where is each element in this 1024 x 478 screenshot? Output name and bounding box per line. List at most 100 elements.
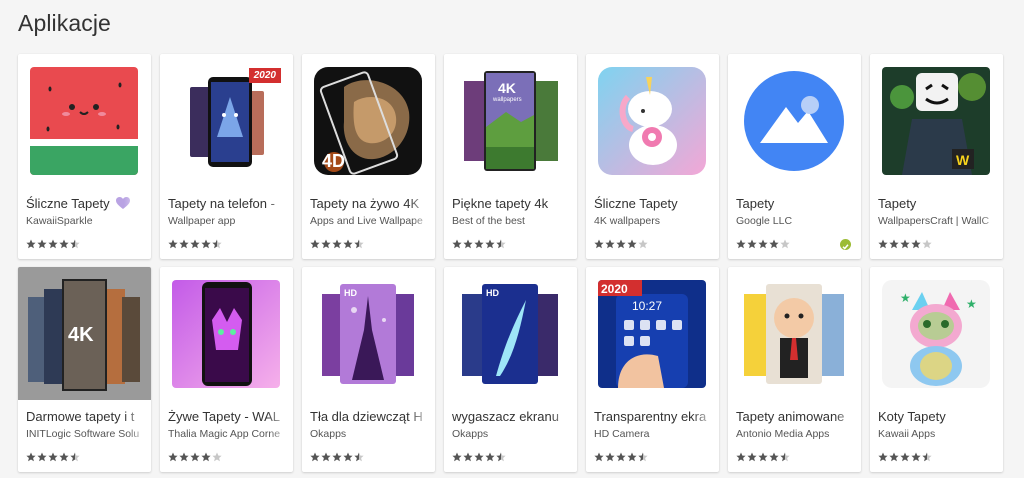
star-icon (627, 239, 637, 249)
app-card[interactable]: Tapety animowane Antonio Media Apps (728, 267, 861, 472)
developer-link[interactable]: Google LLC (736, 215, 858, 227)
app-title[interactable]: Tapety (736, 196, 858, 211)
app-title[interactable]: Śliczne Tapety (26, 196, 148, 213)
rating-stars (878, 452, 932, 462)
app-title[interactable]: Tapety na żywo 4K (310, 196, 432, 211)
developer-link[interactable]: Apps and Live Wallpape (310, 215, 432, 227)
app-card[interactable]: 2020 Tapety na telefon - Wallpaper app (160, 54, 293, 259)
star-icon (736, 452, 746, 462)
star-icon (605, 452, 615, 462)
app-title[interactable]: Śliczne Tapety (594, 196, 716, 211)
app-title[interactable]: wygaszacz ekranu (452, 409, 574, 424)
svg-text:★: ★ (966, 297, 977, 311)
rating-stars (736, 452, 790, 462)
star-icon (321, 452, 331, 462)
rating-stars (878, 239, 932, 249)
developer-link[interactable]: KawaiiSparkle (26, 215, 148, 227)
app-title-text: Tapety (736, 196, 775, 211)
developer-link[interactable]: Wallpaper app (168, 215, 290, 227)
app-card[interactable]: HD Tła dla dziewcząt H Okapps (302, 267, 435, 472)
svg-text:4D: 4D (322, 151, 345, 171)
star-icon (780, 452, 790, 462)
marshmello-icon[interactable]: W (882, 67, 990, 175)
app-title[interactable]: Darmowe tapety i t (26, 409, 148, 424)
developer-link[interactable]: HD Camera (594, 428, 716, 440)
feather-phones-icon[interactable]: HD (456, 280, 564, 388)
app-title[interactable]: Tapety (878, 196, 1000, 211)
app-card[interactable]: Tapety Google LLC (728, 54, 861, 259)
developer-link[interactable]: Best of the best (452, 215, 574, 227)
developer-link[interactable]: 4K wallpapers (594, 215, 716, 227)
app-title-text: Tła dla dziewcząt H (310, 409, 423, 424)
transparent-screen-icon[interactable]: 10:27 2020 (598, 280, 706, 388)
google-wallpapers-icon[interactable] (740, 67, 848, 175)
app-title[interactable]: Tapety na telefon - (168, 196, 290, 211)
star-icon (922, 239, 932, 249)
star-icon (769, 452, 779, 462)
star-icon (474, 239, 484, 249)
star-icon (179, 239, 189, 249)
developer-link[interactable]: INITLogic Software Solu (26, 428, 148, 440)
app-card[interactable]: Śliczne Tapety 4K wallpapers (586, 54, 719, 259)
app-card[interactable]: ★ ★ Koty Tapety Kawaii Apps (870, 267, 1003, 472)
star-icon (37, 452, 47, 462)
star-icon (70, 239, 80, 249)
star-icon (474, 452, 484, 462)
app-title[interactable]: Tła dla dziewcząt H (310, 409, 432, 424)
unicorn-icon[interactable] (598, 67, 706, 175)
svg-text:10:27: 10:27 (632, 299, 662, 313)
svg-text:★: ★ (900, 291, 911, 305)
star-icon (310, 239, 320, 249)
app-card[interactable]: 4K wallpapers Piękne tapety 4k Best of th… (444, 54, 577, 259)
developer-link[interactable]: WallpapersCraft | WallC (878, 215, 1000, 227)
star-icon (26, 452, 36, 462)
boss-baby-icon[interactable] (740, 280, 848, 388)
app-title[interactable]: Tapety animowane (736, 409, 858, 424)
eiffel-tower-icon[interactable]: HD (314, 280, 422, 388)
star-icon (463, 239, 473, 249)
star-icon (26, 239, 36, 249)
landscape-phones-icon[interactable]: 4K wallpapers (456, 67, 564, 175)
app-title[interactable]: Piękne tapety 4k (452, 196, 574, 211)
app-title[interactable]: Koty Tapety (878, 409, 1000, 424)
developer-link[interactable]: Okapps (452, 428, 574, 440)
rainbow-kitten-icon[interactable]: ★ ★ (882, 280, 990, 388)
app-card[interactable]: Śliczne Tapety KawaiiSparkle (18, 54, 151, 259)
app-card[interactable]: 10:27 2020 Transparentny ekra HD Camera (586, 267, 719, 472)
app-card[interactable]: HD wygaszacz ekranu Okapps (444, 267, 577, 472)
app-title-text: Śliczne Tapety (26, 196, 110, 211)
app-title-text: Żywe Tapety - WAL (168, 409, 280, 424)
app-title[interactable]: Żywe Tapety - WAL (168, 409, 290, 424)
star-icon (496, 452, 506, 462)
star-icon (747, 452, 757, 462)
svg-text:HD: HD (486, 288, 499, 298)
4k-wallpapers-icon[interactable]: 4K (18, 267, 151, 400)
app-card[interactable]: 4K Darmowe tapety i t INITLogic Software … (18, 267, 151, 472)
rating-stars (594, 239, 648, 249)
developer-link[interactable]: Thalia Magic App Corne (168, 428, 290, 440)
star-icon (594, 452, 604, 462)
wolf-phones-icon[interactable] (172, 67, 280, 175)
app-card[interactable]: 4D Tapety na żywo 4K Apps and Live Wallpa… (302, 54, 435, 259)
app-title-text: Tapety animowane (736, 409, 845, 424)
star-icon (878, 239, 888, 249)
star-icon (594, 239, 604, 249)
developer-link[interactable]: Antonio Media Apps (736, 428, 858, 440)
section-title: Aplikacje (18, 10, 111, 36)
app-title[interactable]: Transparentny ekra (594, 409, 716, 424)
star-icon (321, 239, 331, 249)
app-card[interactable]: Żywe Tapety - WAL Thalia Magic App Corne (160, 267, 293, 472)
svg-text:4K: 4K (498, 80, 516, 96)
developer-link[interactable]: Okapps (310, 428, 432, 440)
star-icon (59, 452, 69, 462)
neon-cat-phone-icon[interactable] (172, 280, 280, 388)
watermelon-icon[interactable] (30, 67, 138, 175)
star-icon (747, 239, 757, 249)
verified-check-icon (840, 239, 851, 250)
rating-stars (26, 239, 80, 249)
app-card[interactable]: W Tapety WallpapersCraft | WallC (870, 54, 1003, 259)
developer-link[interactable]: Kawaii Apps (878, 428, 1000, 440)
svg-text:HD: HD (344, 288, 357, 298)
star-icon (70, 452, 80, 462)
lion-4d-icon[interactable]: 4D (314, 67, 422, 175)
